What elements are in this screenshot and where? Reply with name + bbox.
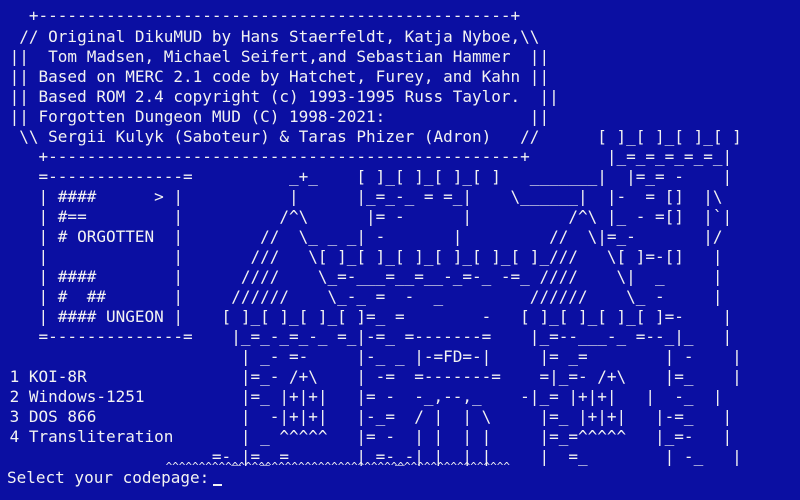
banner-line: | # ORGOTTEN | // \_ _ _| - | // \|=_- |… [0, 227, 723, 246]
banner-line: +---------------------------------------… [0, 6, 521, 25]
banner-line: | #### > | | |_=_-_ = =_| \______| |- = … [0, 187, 723, 206]
banner-line: |=_- /+\ | -= =-------= =|_=- /+\ |=_ | [0, 367, 742, 386]
banner-line: | _- =- |-_ _ |-=FD=-| |= _= | - | [0, 347, 742, 366]
banner-line: | #### | //// \_=-___=__=__-_=-_ -=_ ///… [0, 267, 723, 286]
banner-line: || Forgotten Dungeon MUD (C) 1998-2021: … [0, 107, 550, 126]
codepage-prompt: Select your codepage: [0, 468, 210, 488]
menu-item-transliteration[interactable]: 4 Transliteration [0, 427, 174, 447]
text-cursor[interactable] [213, 484, 223, 486]
banner-line: || Based on MERC 2.1 code by Hatchet, Fu… [0, 67, 550, 86]
banner-line: =--------------= |_=_-_=_-_ =_|-=_ =----… [0, 327, 733, 346]
banner-line: || Tom Madsen, Michael Seifert,and Sebas… [0, 47, 550, 66]
banner-line: | | /// \[ ]_[ ]_[ ]_[ ]_[ ]_[ ]_/// \[ … [0, 247, 723, 266]
banner-line: | -|+|+| |-_= / | | \ |=_ |+|+| |-=_ | [0, 407, 733, 426]
banner-line: | # ## | ////// \_-_ = - _ ////// \_ - | [0, 287, 723, 306]
prompt-row[interactable]: Select your codepage: [0, 468, 223, 488]
banner-line: +---------------------------------------… [0, 147, 733, 166]
menu-item-koi8r[interactable]: 1 KOI-8R [0, 367, 87, 387]
menu-item-windows-1251[interactable]: 2 Windows-1251 [0, 387, 145, 407]
banner-line: | #### UNGEON | [ ]_[ ]_[ ]_[ ]=_ = - [ … [0, 307, 733, 326]
terminal-screen: +---------------------------------------… [0, 0, 800, 500]
banner-line: | #== | /^\ |= - | /^\ |_ - =[] |`| [0, 207, 733, 226]
banner-line: || Based ROM 2.4 copyright (c) 1993-1995… [0, 87, 559, 106]
banner-line: \\ Sergii Kulyk (Saboteur) & Taras Phize… [0, 127, 742, 146]
banner-line: =--------------= _+_ [ ]_[ ]_[ ]_[ ] ___… [0, 167, 733, 186]
banner-line: // Original DikuMUD by Hans Staerfeldt, … [0, 27, 540, 46]
menu-item-dos-866[interactable]: 3 DOS 866 [0, 407, 97, 427]
